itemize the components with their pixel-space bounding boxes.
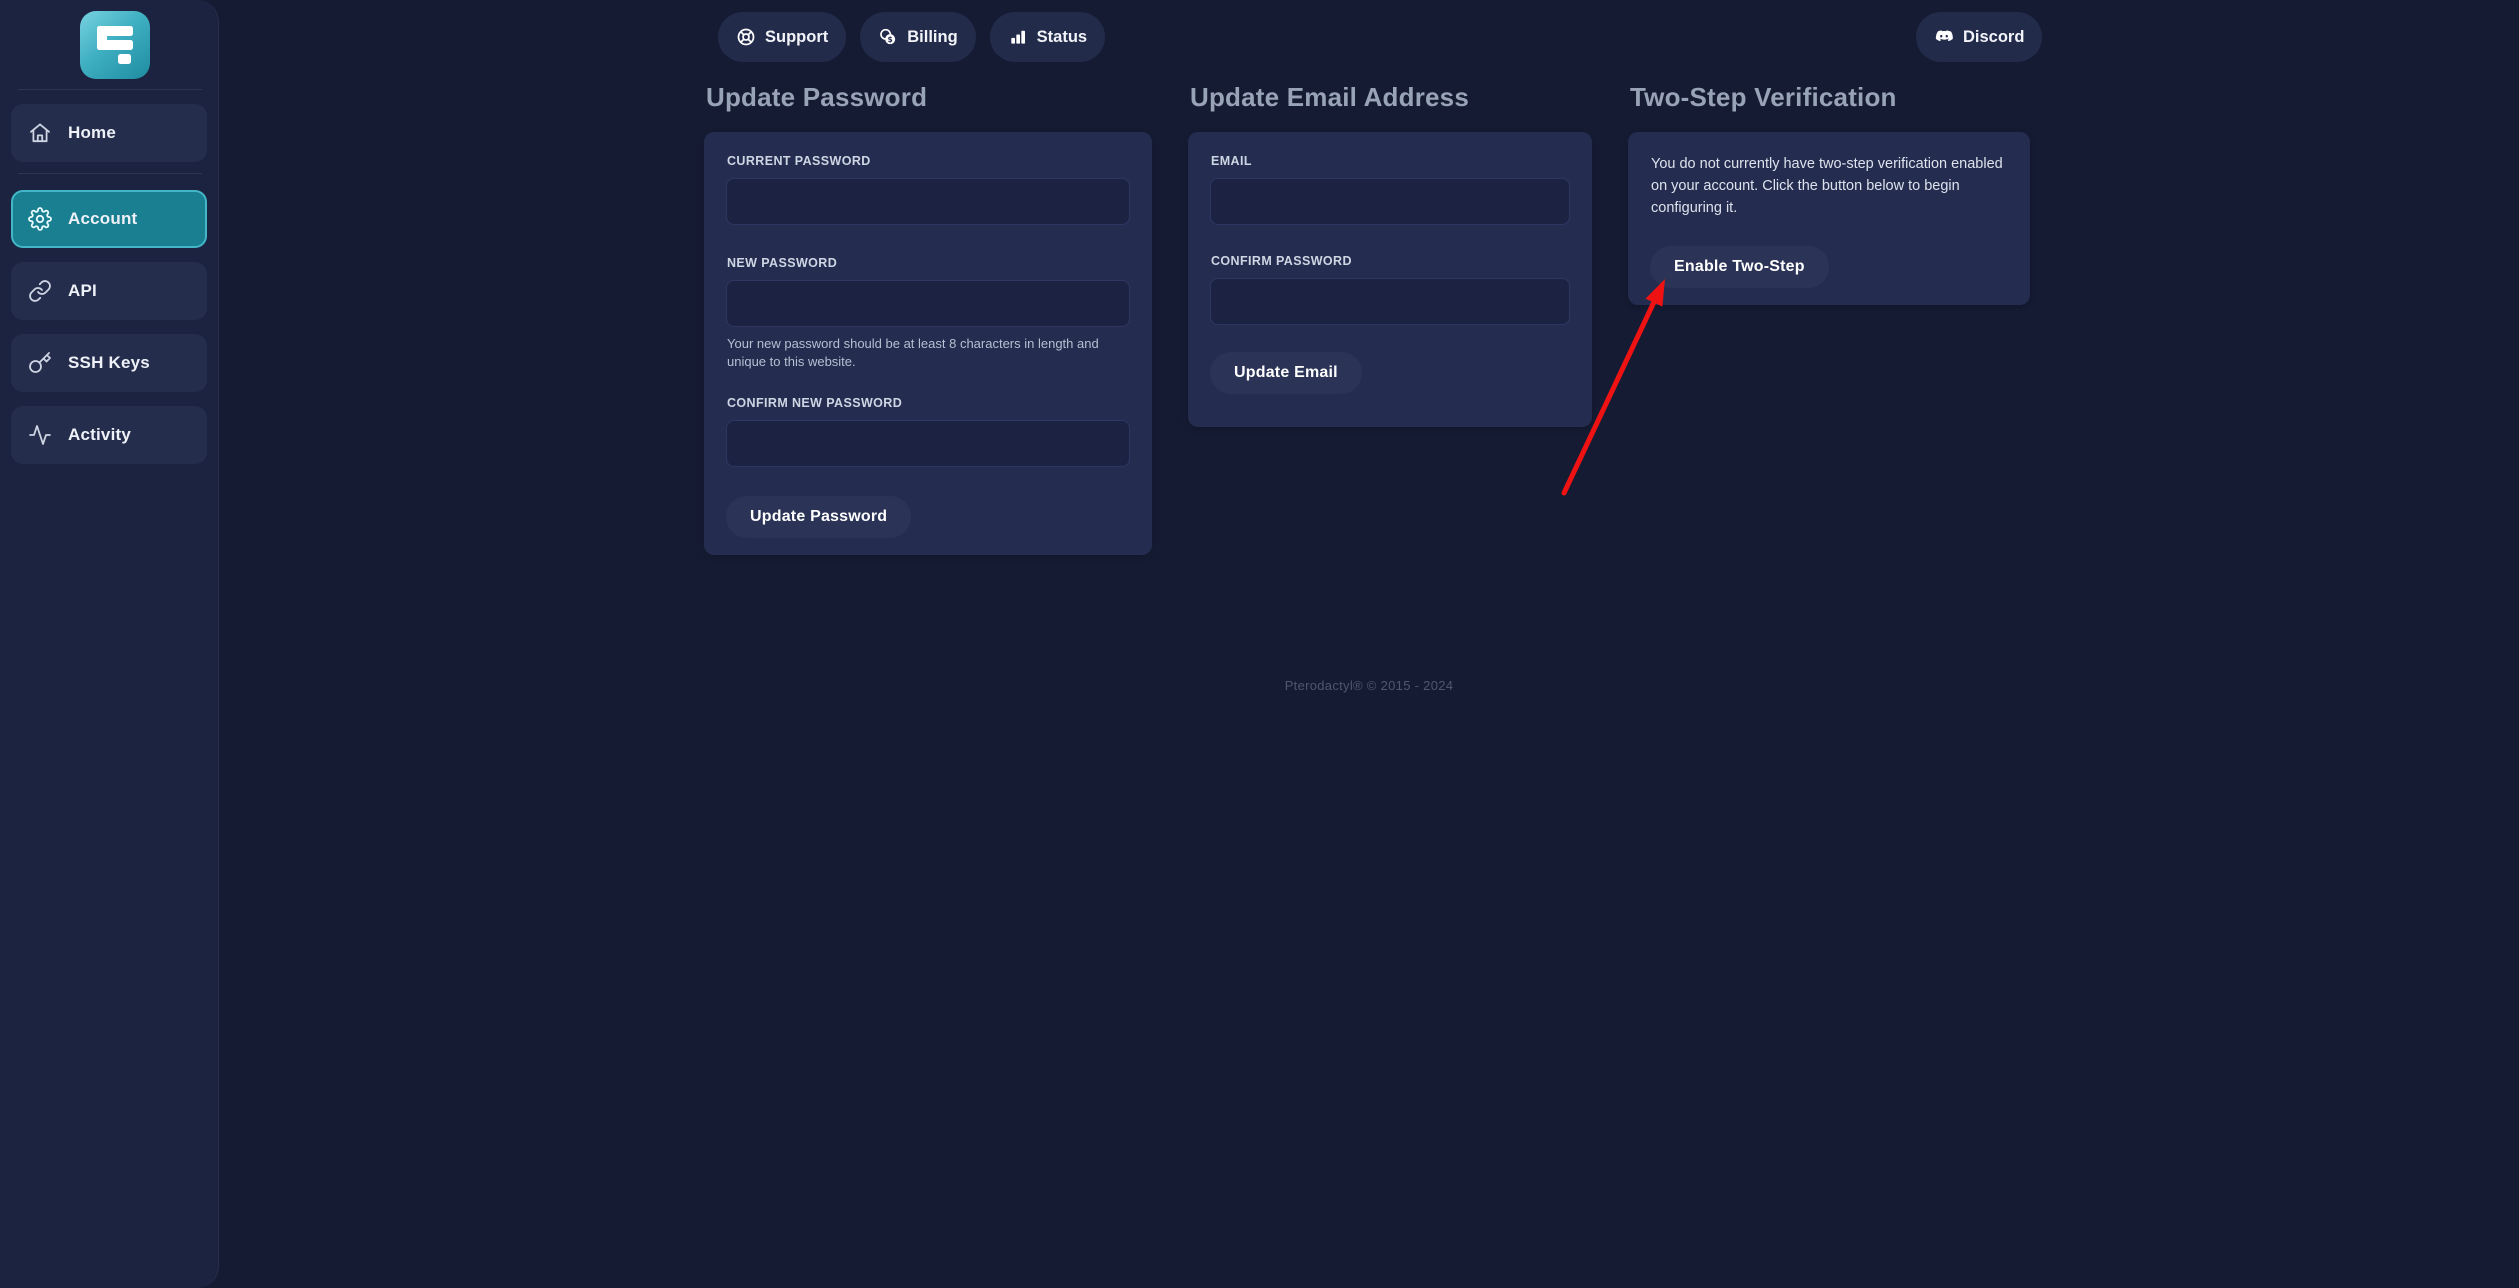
sidebar-item-label: Account [68,209,137,229]
update-email-card: EMAIL CONFIRM PASSWORD Update Email [1188,132,1592,427]
update-email-button[interactable]: Update Email [1210,352,1362,394]
confirm-new-password-input[interactable] [726,420,1130,467]
sidebar-item-label: API [68,281,97,301]
sidebar-item-ssh-keys[interactable]: SSH Keys [11,334,207,392]
two-step-description: You do not currently have two-step verif… [1651,153,2008,219]
enable-two-step-button[interactable]: Enable Two-Step [1650,246,1829,288]
top-nav: Support $ Billing Status [718,12,1105,62]
account-settings-page: Home Account API SSH Keys Activity [0,0,2519,1288]
brand-logo[interactable] [80,11,150,79]
email-label: EMAIL [1211,154,1570,168]
status-label: Status [1037,28,1087,47]
discord-icon [1934,27,1954,47]
brand-logo-icon [97,26,133,64]
sidebar-divider [18,89,202,90]
life-ring-icon [736,27,756,47]
discord-label: Discord [1963,28,2024,47]
home-icon [28,121,52,145]
sidebar-item-account[interactable]: Account [11,190,207,248]
status-button[interactable]: Status [990,12,1105,62]
sidebar-divider [18,173,202,174]
confirm-new-password-label: CONFIRM NEW PASSWORD [727,396,1130,410]
activity-icon [28,423,52,447]
two-step-title: Two-Step Verification [1630,82,2030,113]
update-password-button[interactable]: Update Password [726,496,911,538]
new-password-input[interactable] [726,280,1130,327]
svg-text:$: $ [888,35,893,44]
email-input[interactable] [1210,178,1570,225]
update-password-card: CURRENT PASSWORD NEW PASSWORD Your new p… [704,132,1152,555]
support-label: Support [765,28,828,47]
billing-label: Billing [907,28,957,47]
footer-copyright: Pterodactyl® © 2015 - 2024 [219,678,2519,693]
update-email-title: Update Email Address [1190,82,1592,113]
discord-button[interactable]: Discord [1916,12,2042,62]
confirm-password-input[interactable] [1210,278,1570,325]
sidebar-item-home[interactable]: Home [11,104,207,162]
sidebar-item-label: SSH Keys [68,353,150,373]
sidebar: Home Account API SSH Keys Activity [0,0,219,1288]
coins-icon: $ [878,27,898,47]
sidebar-item-label: Home [68,123,116,143]
key-icon [28,351,52,375]
gear-icon [28,207,52,231]
new-password-label: NEW PASSWORD [727,256,1130,270]
billing-button[interactable]: $ Billing [860,12,975,62]
update-password-title: Update Password [706,82,1152,113]
password-helper-text: Your new password should be at least 8 c… [727,335,1130,371]
sidebar-item-label: Activity [68,425,131,445]
two-step-card: You do not currently have two-step verif… [1628,132,2030,305]
current-password-label: CURRENT PASSWORD [727,154,1130,168]
chart-bars-icon [1008,27,1028,47]
confirm-password-label: CONFIRM PASSWORD [1211,254,1570,268]
sidebar-item-activity[interactable]: Activity [11,406,207,464]
support-button[interactable]: Support [718,12,846,62]
update-email-section: Update Email Address EMAIL CONFIRM PASSW… [1188,82,1592,427]
current-password-input[interactable] [726,178,1130,225]
link-icon [28,279,52,303]
two-step-section: Two-Step Verification You do not current… [1628,82,2030,305]
sidebar-item-api[interactable]: API [11,262,207,320]
update-password-section: Update Password CURRENT PASSWORD NEW PAS… [704,82,1152,555]
account-content: Update Password CURRENT PASSWORD NEW PAS… [704,82,2030,555]
